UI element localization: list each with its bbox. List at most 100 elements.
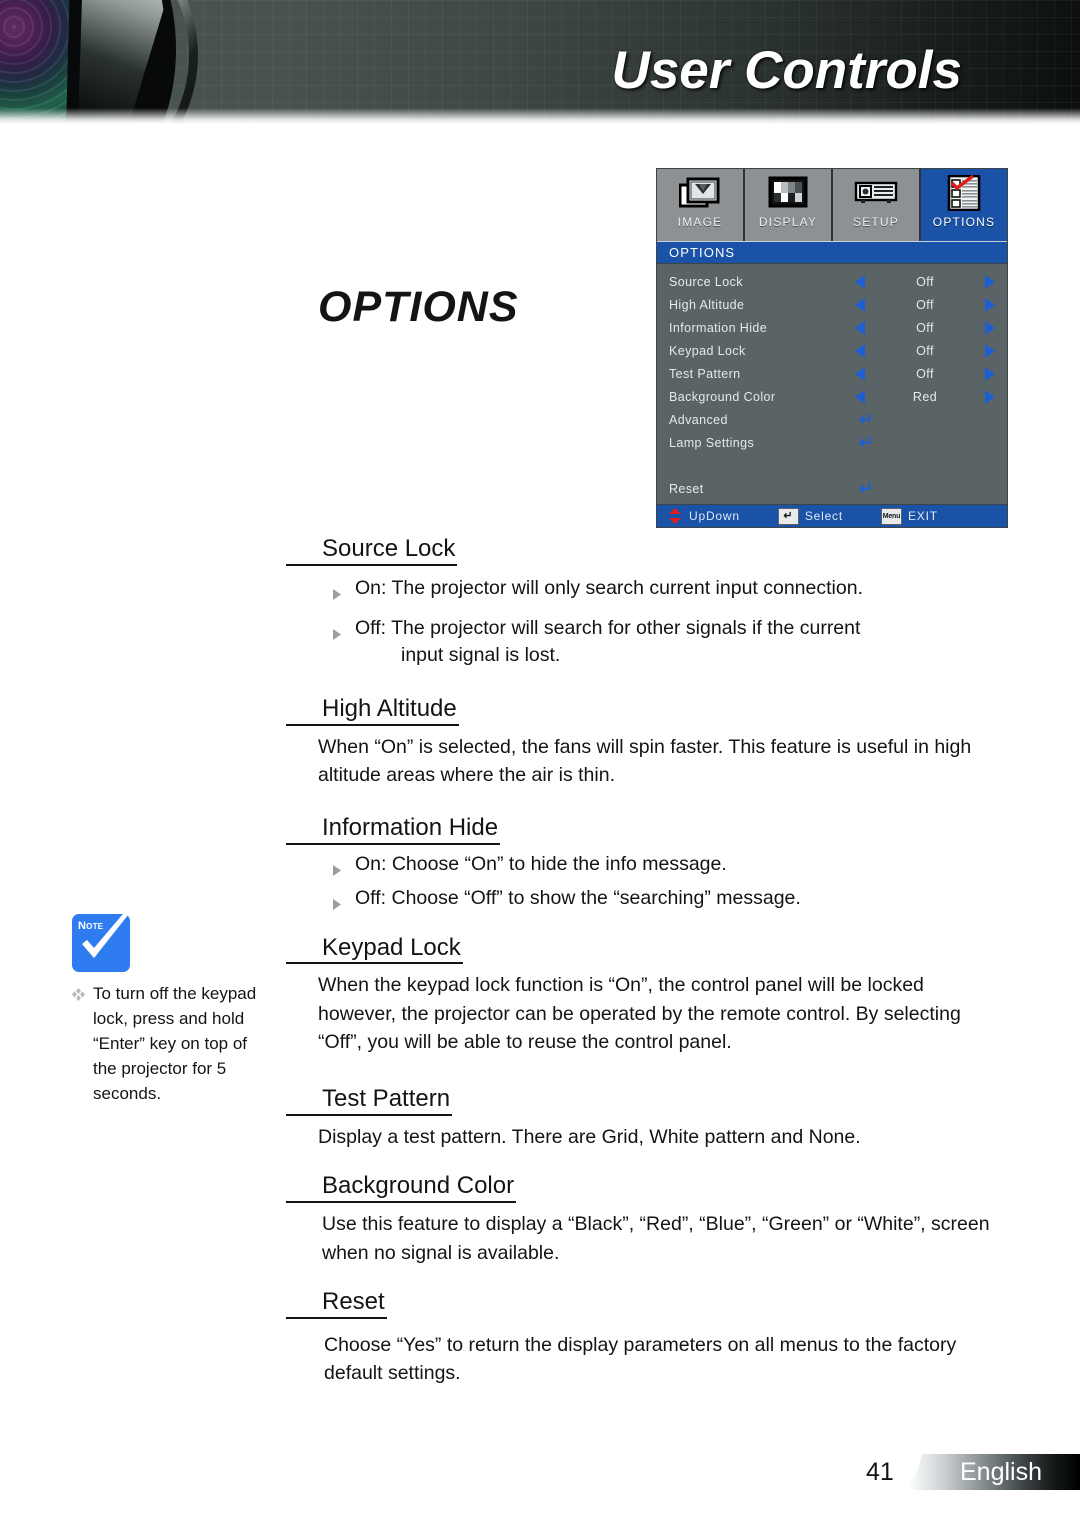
osd-row-label: Source Lock: [669, 274, 743, 289]
osd-tab-options[interactable]: OPTIONS: [921, 169, 1007, 241]
setup-tab-icon: [853, 173, 899, 213]
list-item-text: Off: The projector will search for other…: [355, 615, 1000, 670]
section-heading: High Altitude: [286, 695, 459, 726]
osd-row-lamp-settings[interactable]: Lamp Settings ↵: [657, 431, 1007, 454]
left-arrow-icon[interactable]: [855, 366, 865, 381]
page-footer: 41 English: [866, 1452, 1080, 1492]
note-text: To turn off the keypad lock, press and h…: [93, 984, 257, 1103]
osd-menu-header: OPTIONS: [657, 241, 1007, 264]
right-arrow-icon[interactable]: [985, 366, 995, 381]
right-arrow-icon[interactable]: [985, 389, 995, 404]
osd-row-label: Lamp Settings: [669, 435, 755, 450]
left-arrow-icon[interactable]: [855, 389, 865, 404]
list-item-line1: Off: The projector will search for other…: [355, 616, 861, 639]
section-paragraph: Display a test pattern. There are Grid, …: [318, 1126, 861, 1149]
enter-arrow-icon[interactable]: ↵: [859, 434, 873, 451]
section-paragraph: Choose “Yes” to return the display param…: [324, 1333, 957, 1384]
osd-tab-label: DISPLAY: [758, 215, 818, 229]
camera-lens-rim: [0, 0, 198, 124]
list-item: Off: Choose “Off” to show the “searching…: [286, 885, 1000, 913]
osd-footer-exit: Menu EXIT: [880, 507, 938, 525]
osd-tab-setup[interactable]: SETUP: [833, 169, 921, 241]
osd-row-high-altitude[interactable]: High Altitude Off: [657, 293, 1007, 316]
section-paragraph: When “On” is selected, the fans will spi…: [318, 735, 972, 787]
osd-row-reset[interactable]: Reset ↵: [657, 477, 1007, 500]
bullet-list: On: The projector will only search curre…: [286, 575, 1000, 670]
right-arrow-icon[interactable]: [985, 297, 995, 312]
right-arrow-icon[interactable]: [985, 274, 995, 289]
osd-footer-label: Select: [804, 509, 843, 523]
osd-row-value: Red: [912, 389, 938, 404]
enter-arrow-icon[interactable]: ↵: [859, 411, 873, 428]
left-arrow-icon[interactable]: [855, 297, 865, 312]
osd-row-test-pattern[interactable]: Test Pattern Off: [657, 362, 1007, 385]
osd-row-information-hide[interactable]: Information Hide Off: [657, 316, 1007, 339]
note-badge: Note: [72, 908, 134, 972]
menu-key-icon: Menu: [880, 507, 902, 525]
osd-tab-label: OPTIONS: [932, 215, 996, 229]
image-tab-icon: [677, 173, 723, 213]
header-bottom-fade: [0, 108, 1080, 124]
osd-row-spacer: [657, 454, 1007, 477]
section-heading: Source Lock: [286, 535, 458, 566]
section-heading: Reset: [286, 1288, 387, 1319]
section-source-lock: Source Lock On: The projector will only …: [286, 535, 1000, 670]
bullet-list: On: Choose “On” to hide the info message…: [286, 851, 1000, 912]
section-heading: Background Color: [286, 1173, 517, 1204]
checkmark-icon: [72, 908, 134, 975]
enter-key-icon: ↵: [777, 507, 799, 525]
page-header-title: User Controls: [611, 41, 962, 100]
osd-footer-label: UpDown: [689, 509, 740, 523]
osd-footer-select: ↵ Select: [777, 507, 843, 525]
osd-tab-bar: IMAGE DISPLAY SETUP OPTIONS: [657, 169, 1007, 241]
triangle-bullet-icon: [332, 892, 344, 910]
osd-footer-bar: UpDown ↵ Select Menu EXIT: [657, 504, 1007, 527]
osd-row-label: High Altitude: [669, 297, 745, 312]
list-item-text: Off: Choose “Off” to show the “searching…: [355, 886, 801, 909]
osd-row-label: Keypad Lock: [669, 343, 746, 358]
osd-row-value: Off: [916, 343, 934, 358]
footer-language-label: English: [960, 1457, 1042, 1486]
up-down-arrows-icon: [667, 508, 683, 524]
osd-tab-image[interactable]: IMAGE: [657, 169, 745, 241]
osd-menu-options: IMAGE DISPLAY SETUP OPTIONS OPTIONS Sour…: [656, 168, 1008, 528]
osd-row-source-lock[interactable]: Source Lock Off: [657, 270, 1007, 293]
note-body: To turn off the keypad lock, press and h…: [72, 982, 284, 1107]
section-paragraph: Use this feature to display a “Black”, “…: [322, 1213, 990, 1264]
section-heading: Test Pattern: [286, 1085, 453, 1117]
osd-row-label: Background Color: [669, 389, 776, 404]
osd-row-label: Advanced: [669, 412, 728, 427]
triangle-bullet-icon: [332, 622, 344, 640]
section-test-pattern: Test Pattern Display a test pattern. The…: [286, 1085, 1000, 1151]
osd-row-advanced[interactable]: Advanced ↵: [657, 408, 1007, 431]
options-tab-icon: [941, 173, 987, 213]
list-item: On: The projector will only search curre…: [286, 575, 1000, 603]
osd-menu-rows: Source Lock Off High Altitude Off Inform…: [657, 264, 1007, 504]
display-tab-icon: [765, 173, 811, 213]
diamond-cluster-bullet-icon: [72, 988, 85, 1001]
list-item: Off: The projector will search for other…: [286, 615, 1000, 670]
section-reset: Reset Choose “Yes” to return the display…: [286, 1288, 1000, 1387]
enter-arrow-icon[interactable]: ↵: [859, 480, 873, 497]
page-header: User Controls: [0, 0, 1080, 124]
section-high-altitude: High Altitude When “On” is selected, the…: [286, 695, 1000, 789]
page-number: 41: [866, 1458, 894, 1486]
section-keypad-lock: Keypad Lock When the keypad lock functio…: [286, 934, 1000, 1057]
list-item-line2: input signal is lost.: [401, 644, 561, 667]
left-arrow-icon[interactable]: [855, 274, 865, 289]
page-title: OPTIONS: [318, 283, 519, 331]
left-arrow-icon[interactable]: [855, 343, 865, 358]
section-heading: Information Hide: [286, 814, 501, 846]
osd-tab-display[interactable]: DISPLAY: [745, 169, 833, 241]
left-arrow-icon[interactable]: [855, 320, 865, 335]
triangle-bullet-icon: [332, 858, 344, 877]
right-arrow-icon[interactable]: [985, 343, 995, 358]
osd-footer-updown: UpDown: [667, 508, 740, 524]
osd-row-background-color[interactable]: Background Color Red: [657, 385, 1007, 408]
osd-tab-label: SETUP: [852, 215, 899, 229]
section-background-color: Background Color Use this feature to dis…: [286, 1173, 1000, 1266]
right-arrow-icon[interactable]: [985, 320, 995, 335]
osd-row-keypad-lock[interactable]: Keypad Lock Off: [657, 339, 1007, 362]
triangle-bullet-icon: [332, 582, 344, 600]
list-item-text: On: The projector will only search curre…: [355, 576, 863, 599]
